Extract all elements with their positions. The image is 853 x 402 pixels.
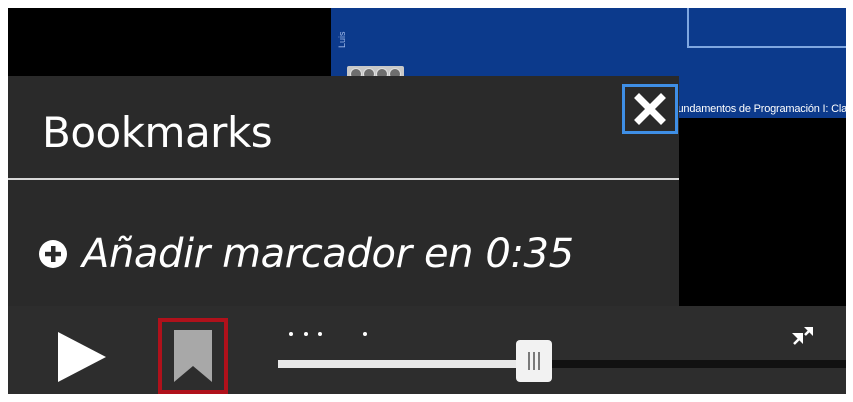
- progress-fill: [278, 360, 534, 368]
- panel-divider: [8, 178, 679, 180]
- add-bookmark-label: Añadir marcador en 0:35: [82, 231, 574, 277]
- bookmark-marker[interactable]: [289, 332, 294, 336]
- slide-text-box: [687, 8, 846, 48]
- panel-title: Bookmarks: [42, 108, 273, 157]
- fullscreen-button[interactable]: [792, 326, 814, 346]
- close-button[interactable]: [622, 84, 678, 134]
- scrub-handle[interactable]: [515, 340, 552, 382]
- slide-footer-text: Fundamentos de Programación I: Clase prá…: [671, 103, 846, 115]
- progress-bar[interactable]: [278, 360, 846, 368]
- bookmark-icon: [174, 330, 212, 382]
- play-icon: [58, 332, 106, 382]
- video-player: Luis Fundamentos de Programación I: Clas…: [8, 8, 846, 394]
- bookmarks-panel: Bookmarks Añadir marcador en 0:35: [8, 76, 679, 306]
- control-bar: [8, 306, 846, 394]
- bookmark-marker[interactable]: [363, 332, 368, 336]
- close-icon: [634, 93, 666, 125]
- slide-author-text: Luis: [337, 31, 347, 48]
- add-bookmark-button[interactable]: Añadir marcador en 0:35: [38, 230, 574, 278]
- bookmarks-button[interactable]: [158, 318, 228, 394]
- expand-icon: [792, 327, 813, 345]
- bookmark-marker[interactable]: [317, 332, 322, 336]
- play-button[interactable]: [52, 330, 108, 384]
- plus-circle-icon: [39, 240, 67, 268]
- bookmark-marker[interactable]: [303, 332, 308, 336]
